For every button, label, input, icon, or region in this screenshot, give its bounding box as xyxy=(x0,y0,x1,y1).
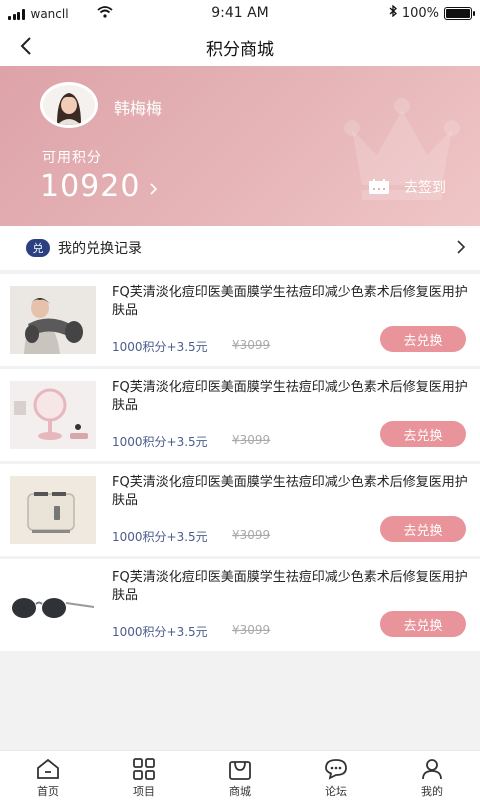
battery-fill xyxy=(446,8,470,18)
product-original-price: ¥3099 xyxy=(232,623,271,637)
tab-projects[interactable]: 项目 xyxy=(96,751,192,800)
product-list: FQ芙清淡化痘印医美面膜学生祛痘印减少色素术后修复医用护肤品 1000积分+3.… xyxy=(0,274,480,654)
product-original-price: ¥3099 xyxy=(232,433,271,447)
exchange-record-row[interactable]: 兑 我的兑换记录 xyxy=(0,226,480,270)
product-card[interactable]: FQ芙清淡化痘印医美面膜学生祛痘印减少色素术后修复医用护肤品 1000积分+3.… xyxy=(0,559,480,651)
nav-bar: 积分商城 xyxy=(0,26,480,66)
battery-percent: 100% xyxy=(401,5,439,21)
tab-home[interactable]: 首页 xyxy=(0,751,96,800)
product-card[interactable]: FQ芙清淡化痘印医美面膜学生祛痘印减少色素术后修复医用护肤品 1000积分+3.… xyxy=(0,369,480,461)
points-value: 10920 xyxy=(40,169,141,204)
redeem-button[interactable]: 去兑换 xyxy=(380,326,466,352)
grid-icon xyxy=(131,757,157,781)
tab-forum[interactable]: 论坛 xyxy=(288,751,384,800)
page-title: 积分商城 xyxy=(206,40,274,60)
exchange-record-label: 我的兑换记录 xyxy=(58,241,142,257)
mirror-product-image xyxy=(10,381,96,449)
product-name: FQ芙清淡化痘印医美面膜学生祛痘印减少色素术后修复医用护肤品 xyxy=(112,475,468,508)
product-name: FQ芙清淡化痘印医美面膜学生祛痘印减少色素术后修复医用护肤品 xyxy=(112,570,468,603)
chevron-right-icon xyxy=(457,240,466,254)
status-bar: wancll 9:41 AM 100% xyxy=(0,0,480,26)
product-price: 1000积分+3.5元 xyxy=(112,530,208,544)
avatar-photo xyxy=(40,82,98,128)
product-original-price: ¥3099 xyxy=(232,338,271,352)
product-name: FQ芙清淡化痘印医美面膜学生祛痘印减少色素术后修复医用护肤品 xyxy=(112,285,468,318)
user-icon xyxy=(419,757,445,781)
home-icon xyxy=(35,757,61,781)
tab-label: 我的 xyxy=(421,785,443,798)
points-header: 韩梅梅 可用积分 10920 去签到 xyxy=(0,66,480,226)
exchange-icon: 兑 xyxy=(26,239,50,257)
status-right: 100% xyxy=(389,4,475,21)
avatar[interactable] xyxy=(40,82,100,128)
tab-label: 项目 xyxy=(133,785,155,798)
product-original-price: ¥3099 xyxy=(232,528,271,542)
tab-mall[interactable]: 商城 xyxy=(192,751,288,800)
user-name: 韩梅梅 xyxy=(114,99,163,118)
product-price: 1000积分+3.5元 xyxy=(112,435,208,449)
massager-product-image xyxy=(10,286,96,354)
tab-bar: 首页 项目 商城 论坛 我的 xyxy=(0,750,480,800)
product-card[interactable]: FQ芙清淡化痘印医美面膜学生祛痘印减少色素术后修复医用护肤品 1000积分+3.… xyxy=(0,274,480,366)
redeem-button[interactable]: 去兑换 xyxy=(380,611,466,637)
chevron-right-icon xyxy=(150,182,158,195)
product-name: FQ芙清淡化痘印医美面膜学生祛痘印减少色素术后修复医用护肤品 xyxy=(112,380,468,413)
redeem-button[interactable]: 去兑换 xyxy=(380,516,466,542)
toaster-product-image xyxy=(10,476,96,544)
points-value-link[interactable]: 10920 xyxy=(40,169,158,204)
product-price: 1000积分+3.5元 xyxy=(112,625,208,639)
redeem-button[interactable]: 去兑换 xyxy=(380,421,466,447)
tab-mine[interactable]: 我的 xyxy=(384,751,480,800)
sunglasses-product-image xyxy=(10,571,96,639)
bluetooth-icon xyxy=(389,4,397,21)
product-price: 1000积分+3.5元 xyxy=(112,340,208,354)
tab-label: 论坛 xyxy=(325,785,347,798)
tab-label: 商城 xyxy=(229,785,251,798)
checkin-button[interactable]: 去签到 xyxy=(368,177,446,197)
battery-icon xyxy=(444,6,475,20)
product-card[interactable]: FQ芙清淡化痘印医美面膜学生祛痘印减少色素术后修复医用护肤品 1000积分+3.… xyxy=(0,464,480,556)
calendar-icon xyxy=(369,179,389,194)
checkin-label: 去签到 xyxy=(404,180,446,196)
chat-bubble-icon xyxy=(323,757,349,781)
tab-label: 首页 xyxy=(37,785,59,798)
mall-bag-icon xyxy=(227,757,253,781)
points-label: 可用积分 xyxy=(42,150,102,166)
